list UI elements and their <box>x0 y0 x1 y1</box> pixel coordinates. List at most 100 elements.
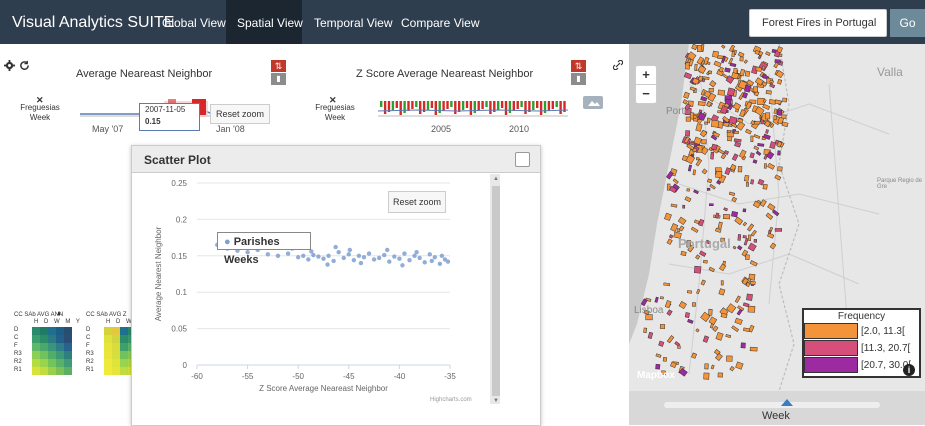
parish-polygon[interactable] <box>747 305 756 313</box>
scatter-point[interactable] <box>296 255 301 260</box>
heatmap-cell[interactable] <box>64 335 72 343</box>
scroll-down-arrow[interactable]: ▼ <box>493 398 499 404</box>
parish-polygon[interactable] <box>757 142 765 147</box>
parish-polygon[interactable] <box>726 355 733 362</box>
scatter-point[interactable] <box>414 249 419 255</box>
heatmap-cell[interactable] <box>40 343 48 351</box>
heatmap-cell[interactable] <box>104 343 112 351</box>
parish-polygon[interactable] <box>733 130 739 134</box>
heatmap-cell[interactable] <box>48 367 56 375</box>
parish-polygon[interactable] <box>643 327 648 333</box>
parish-polygon[interactable] <box>768 99 776 105</box>
heatmap-cell[interactable] <box>40 359 48 367</box>
heatmap-cell[interactable] <box>48 327 56 335</box>
scatter-point[interactable] <box>331 258 336 264</box>
tab-temporal-view[interactable]: Temporal View <box>314 16 392 30</box>
heatmap-cell[interactable] <box>64 351 72 359</box>
scatter-point[interactable] <box>407 257 412 263</box>
scatter-point[interactable] <box>422 260 427 265</box>
parish-polygon[interactable] <box>765 90 772 95</box>
scatter-point[interactable] <box>321 256 326 261</box>
scatter-point[interactable] <box>341 255 346 261</box>
parish-polygon[interactable] <box>680 250 687 257</box>
parish-polygon[interactable] <box>774 59 781 64</box>
legend-item[interactable]: ● Parishes Weeks <box>217 232 311 266</box>
reset-zoom-button[interactable]: Reset zoom <box>388 191 446 213</box>
heatmap-cell[interactable] <box>120 343 128 351</box>
heatmap-cell[interactable] <box>112 367 120 375</box>
heatmap-cell[interactable] <box>104 359 112 367</box>
scatter-point[interactable] <box>301 253 306 258</box>
heatmap-cell[interactable] <box>48 343 56 351</box>
heatmap-cell[interactable] <box>64 327 72 335</box>
parish-polygon[interactable] <box>703 259 708 264</box>
heatmap-cell[interactable] <box>40 327 48 335</box>
highcharts-credit[interactable]: Highcharts.com <box>430 397 472 403</box>
parish-polygon[interactable] <box>750 179 755 185</box>
parish-polygon[interactable] <box>717 372 723 378</box>
parish-polygon[interactable] <box>777 166 783 172</box>
heatmap-cell[interactable] <box>32 335 40 343</box>
image-icon[interactable] <box>583 96 603 109</box>
heatmap-cell[interactable] <box>104 351 112 359</box>
parish-polygon[interactable] <box>744 70 751 77</box>
scatter-point[interactable] <box>402 251 407 256</box>
heatmap-cell[interactable] <box>104 367 112 375</box>
heatmap-cell[interactable] <box>64 343 72 351</box>
scatter-point[interactable] <box>325 262 330 267</box>
parish-polygon[interactable] <box>698 109 703 113</box>
heatmap-cell[interactable] <box>32 351 40 359</box>
parish-polygon[interactable] <box>715 170 723 179</box>
scatter-point[interactable] <box>439 253 445 258</box>
parish-polygon[interactable] <box>773 115 777 121</box>
scatter-point[interactable] <box>326 253 331 258</box>
heatmap-cell[interactable] <box>120 335 128 343</box>
parish-polygon[interactable] <box>692 169 696 176</box>
parish-polygon[interactable] <box>708 70 713 75</box>
parish-polygon[interactable] <box>701 139 707 145</box>
parish-polygon[interactable] <box>782 97 788 103</box>
scatter-point[interactable] <box>346 252 351 257</box>
parish-polygon[interactable] <box>717 89 726 96</box>
heatmap-cell[interactable] <box>112 351 120 359</box>
parish-polygon[interactable] <box>765 129 769 134</box>
refresh-icon[interactable] <box>19 60 30 74</box>
scatter-point[interactable] <box>376 255 382 261</box>
heatmap-cell[interactable] <box>120 351 128 359</box>
parish-polygon[interactable] <box>694 63 698 71</box>
parish-polygon[interactable] <box>731 211 739 218</box>
scatter-point[interactable] <box>361 255 367 260</box>
parish-polygon[interactable] <box>684 312 690 318</box>
scatter-point[interactable] <box>285 251 291 256</box>
heatmap-cell[interactable] <box>56 367 64 375</box>
parish-polygon[interactable] <box>691 302 696 307</box>
heatmap-cell[interactable] <box>64 359 72 367</box>
parish-polygon[interactable] <box>704 363 709 370</box>
parish-polygon[interactable] <box>762 183 768 190</box>
scatter-point[interactable] <box>437 261 443 267</box>
heatmap-cell[interactable] <box>48 351 56 359</box>
scatter-point[interactable] <box>432 255 438 260</box>
parish-polygon[interactable] <box>733 138 742 143</box>
parish-polygon[interactable] <box>706 187 711 191</box>
parish-polygon[interactable] <box>663 282 671 287</box>
heatmap-cell[interactable] <box>112 327 120 335</box>
parish-polygon[interactable] <box>685 130 691 137</box>
parish-polygon[interactable] <box>726 87 736 97</box>
parish-polygon[interactable] <box>752 86 759 93</box>
heatmap-cell[interactable] <box>56 343 64 351</box>
parish-polygon[interactable] <box>701 44 705 51</box>
heatmap-cell[interactable] <box>104 327 112 335</box>
scroll-up-arrow[interactable]: ▲ <box>493 176 499 182</box>
reset-zoom-button-top[interactable]: Reset zoom <box>210 104 270 124</box>
bar-gray-button[interactable]: ▮ <box>271 73 286 85</box>
scatter-point[interactable] <box>382 252 387 258</box>
parish-polygon[interactable] <box>763 163 767 169</box>
heatmap-cell[interactable] <box>56 335 64 343</box>
parish-polygon[interactable] <box>697 101 706 106</box>
heatmap-cell[interactable] <box>56 359 64 367</box>
heatmap-cell[interactable] <box>64 367 72 375</box>
parish-polygon[interactable] <box>693 265 702 274</box>
heatmap-cell[interactable] <box>48 359 56 367</box>
heatmap-cell[interactable] <box>56 351 64 359</box>
